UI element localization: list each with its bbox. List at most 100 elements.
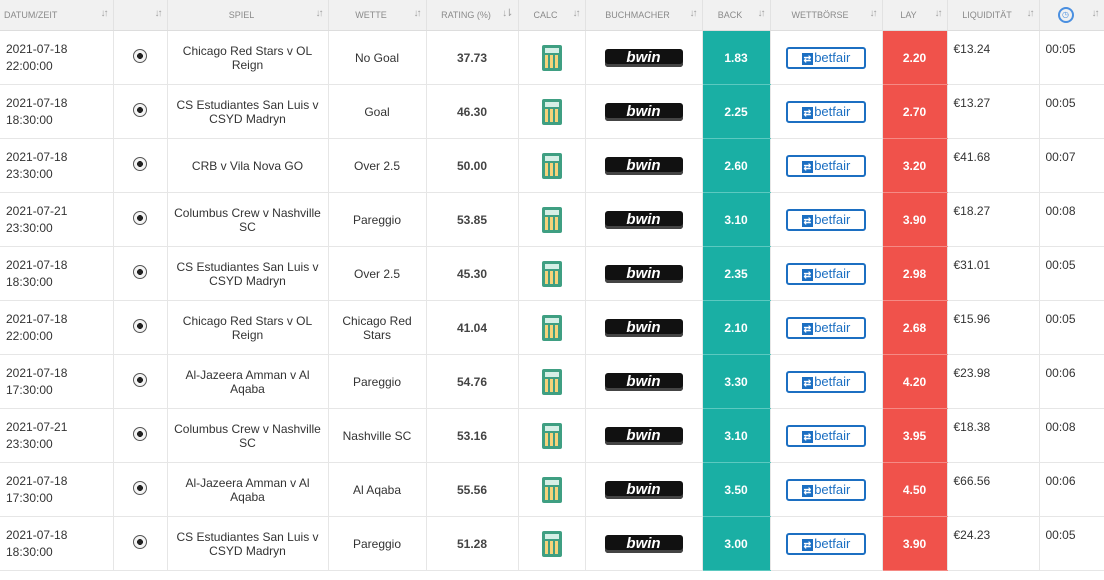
bwin-logo-button[interactable]: bwin — [604, 372, 683, 391]
bwin-logo-button[interactable]: bwin — [604, 318, 683, 337]
header-datum[interactable]: DATUM/ZEIT ↓↑ — [0, 0, 114, 31]
back-odds-cell[interactable]: 2.10 — [702, 300, 771, 355]
sort-arrows-icon[interactable]: ↓↑ — [870, 8, 878, 19]
header-buchmacher-label: BUCHMACHER — [605, 10, 670, 20]
header-wette[interactable]: WETTE ↓↑ — [328, 0, 427, 31]
bwin-logo-button[interactable]: bwin — [604, 102, 683, 121]
header-calc-label: CALC — [533, 10, 558, 20]
calculator-icon[interactable] — [541, 98, 562, 125]
header-sport[interactable]: ↓↑ — [113, 0, 168, 31]
back-odds-cell[interactable]: 2.25 — [702, 84, 771, 139]
sport-cell — [113, 300, 168, 355]
bwin-logo-button[interactable]: bwin — [604, 264, 683, 283]
lay-odds-cell[interactable]: 3.90 — [882, 516, 948, 571]
table-row[interactable]: 2021-07-18 18:30:00 CS Estudiantes San Lu… — [0, 246, 1104, 301]
header-rating[interactable]: RATING (%) ↓⇂ — [426, 0, 519, 31]
back-odds-cell[interactable]: 2.60 — [702, 138, 771, 193]
betfair-logo-button[interactable]: ⇄ betfair — [786, 370, 866, 393]
sort-desc-icon[interactable]: ↓⇂ — [502, 8, 513, 19]
betfair-logo-button[interactable]: ⇄ betfair — [786, 424, 866, 447]
sort-arrows-icon[interactable]: ↓↑ — [155, 8, 163, 19]
betfair-logo-button[interactable]: ⇄ betfair — [786, 46, 866, 69]
lay-odds-cell[interactable]: 2.20 — [882, 30, 948, 85]
calc-cell — [518, 408, 586, 463]
back-odds-cell[interactable]: 3.30 — [702, 354, 771, 409]
betfair-logo-button[interactable]: ⇄ betfair — [786, 478, 866, 501]
header-back[interactable]: BACK ↓↑ — [702, 0, 771, 31]
table-row[interactable]: 2021-07-21 23:30:00 Columbus Crew v Nashv… — [0, 192, 1104, 247]
header-countdown[interactable]: ◷ ↓↑ — [1039, 0, 1104, 31]
table-row[interactable]: 2021-07-18 17:30:00 Al-Jazeera Amman v Al… — [0, 462, 1104, 517]
table-row[interactable]: 2021-07-18 23:30:00 CRB v Vila Nova GO Ov… — [0, 138, 1104, 193]
betfair-logo-button[interactable]: ⇄ betfair — [786, 532, 866, 555]
match-time: 17:30:00 — [6, 490, 53, 505]
sort-arrows-icon[interactable]: ↓↑ — [1027, 8, 1035, 19]
sort-arrows-icon[interactable]: ↓↑ — [316, 8, 324, 19]
match-time: 23:30:00 — [6, 166, 53, 181]
bwin-logo-button[interactable]: bwin — [604, 426, 683, 445]
lay-odds-cell[interactable]: 2.70 — [882, 84, 948, 139]
soccer-ball-icon — [133, 319, 147, 333]
lay-odds-cell[interactable]: 4.50 — [882, 462, 948, 517]
header-spiel[interactable]: SPIEL ↓↑ — [167, 0, 329, 31]
rating-value: 50.00 — [456, 158, 488, 173]
calculator-icon[interactable] — [541, 152, 562, 179]
calculator-icon[interactable] — [541, 314, 562, 341]
back-odds-cell[interactable]: 3.00 — [702, 516, 771, 571]
date-cell: 2021-07-18 18:30:00 — [0, 516, 114, 571]
back-odds-cell[interactable]: 1.83 — [702, 30, 771, 85]
calculator-icon[interactable] — [541, 368, 562, 395]
sort-arrows-icon[interactable]: ↓↑ — [101, 8, 109, 19]
header-buchmacher[interactable]: BUCHMACHER ↓↑ — [585, 0, 703, 31]
betfair-logo-button[interactable]: ⇄ betfair — [786, 316, 866, 339]
match-time: 22:00:00 — [6, 328, 53, 343]
lay-odds-cell[interactable]: 3.90 — [882, 192, 948, 247]
bwin-logo-button[interactable]: bwin — [604, 48, 683, 67]
sort-arrows-icon[interactable]: ↓↑ — [690, 8, 698, 19]
bwin-logo-button[interactable]: bwin — [604, 480, 683, 499]
sort-arrows-icon[interactable]: ↓↑ — [573, 8, 581, 19]
match-date: 2021-07-18 — [6, 257, 68, 272]
calculator-icon[interactable] — [541, 422, 562, 449]
lay-odds-cell[interactable]: 4.20 — [882, 354, 948, 409]
back-odds-cell[interactable]: 2.35 — [702, 246, 771, 301]
bet-type: Over 2.5 — [353, 158, 401, 173]
calculator-icon[interactable] — [541, 206, 562, 233]
betfair-logo-button[interactable]: ⇄ betfair — [786, 154, 866, 177]
calculator-icon[interactable] — [541, 530, 562, 557]
calculator-icon[interactable] — [541, 260, 562, 287]
betfair-logo-button[interactable]: ⇄ betfair — [786, 262, 866, 285]
sort-arrows-icon[interactable]: ↓↑ — [758, 8, 766, 19]
sort-arrows-icon[interactable]: ↓↑ — [414, 8, 422, 19]
betfair-logo-button[interactable]: ⇄ betfair — [786, 208, 866, 231]
bwin-logo-button[interactable]: bwin — [604, 534, 683, 553]
back-odds-cell[interactable]: 3.10 — [702, 408, 771, 463]
rating-value: 37.73 — [456, 50, 488, 65]
lay-odds-cell[interactable]: 2.68 — [882, 300, 948, 355]
bwin-logo-button[interactable]: bwin — [604, 156, 683, 175]
betfair-label: betfair — [814, 481, 851, 497]
table-row[interactable]: 2021-07-18 18:30:00 CS Estudiantes San Lu… — [0, 516, 1104, 571]
header-liquiditaet[interactable]: LIQUIDITÄT ↓↑ — [947, 0, 1040, 31]
back-odds-cell[interactable]: 3.10 — [702, 192, 771, 247]
sort-arrows-icon[interactable]: ↓↑ — [1092, 8, 1100, 19]
back-odds-cell[interactable]: 3.50 — [702, 462, 771, 517]
bwin-logo-button[interactable]: bwin — [604, 210, 683, 229]
header-calc[interactable]: CALC ↓↑ — [518, 0, 586, 31]
table-row[interactable]: 2021-07-21 23:30:00 Columbus Crew v Nashv… — [0, 408, 1104, 463]
sort-arrows-icon[interactable]: ↓↑ — [935, 8, 943, 19]
table-row[interactable]: 2021-07-18 17:30:00 Al-Jazeera Amman v Al… — [0, 354, 1104, 409]
liquidity-cell: €24.23 — [947, 516, 1040, 571]
betfair-logo-button[interactable]: ⇄ betfair — [786, 100, 866, 123]
table-row[interactable]: 2021-07-18 22:00:00 Chicago Red Stars v O… — [0, 300, 1104, 355]
lay-odds-cell[interactable]: 2.98 — [882, 246, 948, 301]
betfair-label: betfair — [814, 427, 851, 443]
header-wettboerse[interactable]: WETTBÖRSE ↓↑ — [770, 0, 883, 31]
lay-odds-cell[interactable]: 3.20 — [882, 138, 948, 193]
calculator-icon[interactable] — [541, 44, 562, 71]
header-lay[interactable]: LAY ↓↑ — [882, 0, 948, 31]
calculator-icon[interactable] — [541, 476, 562, 503]
table-row[interactable]: 2021-07-18 18:30:00 CS Estudiantes San Lu… — [0, 84, 1104, 139]
lay-odds-cell[interactable]: 3.95 — [882, 408, 948, 463]
table-row[interactable]: 2021-07-18 22:00:00 Chicago Red Stars v O… — [0, 30, 1104, 85]
